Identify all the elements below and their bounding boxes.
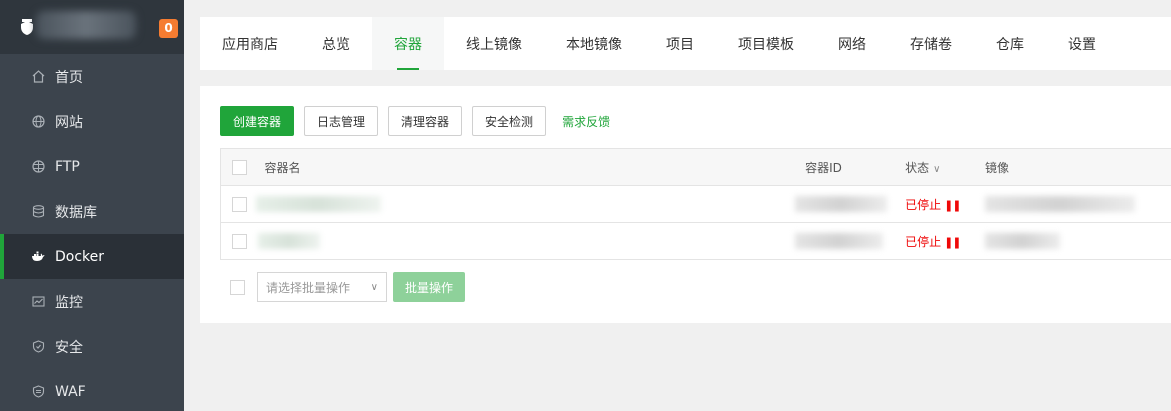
chevron-down-icon[interactable]: ∨ [933, 164, 940, 175]
pause-icon: ❚❚ [944, 198, 961, 212]
notification-badge[interactable]: 0 [159, 19, 178, 38]
sidebar-item-security[interactable]: 安全 [0, 324, 184, 369]
tab-overview[interactable]: 总览 [300, 17, 372, 70]
batch-select-checkbox[interactable] [230, 279, 245, 295]
main-content: 应用商店 总览 容器 线上镜像 本地镜像 项目 项目模板 网络 存储卷 仓库 设… [184, 0, 1171, 411]
globe-icon [31, 115, 45, 129]
batch-operations: 请选择批量操作 ∨ 批量操作 [230, 272, 466, 302]
clean-containers-button[interactable]: 清理容器 [388, 106, 463, 136]
tab-bar: 应用商店 总览 容器 线上镜像 本地镜像 项目 项目模板 网络 存储卷 仓库 设… [200, 17, 1171, 70]
sidebar-header: 0 [0, 0, 184, 54]
tab-registry[interactable]: 仓库 [974, 17, 1046, 70]
column-header-name: 容器名 [264, 148, 806, 186]
sidebar-item-label: Docker [55, 248, 105, 265]
ftp-globe-icon [31, 160, 45, 174]
tab-online-images[interactable]: 线上镜像 [444, 17, 544, 70]
batch-operation-select[interactable]: 请选择批量操作 ∨ [257, 272, 387, 302]
batch-operation-button[interactable]: 批量操作 [393, 272, 466, 302]
sidebar-item-label: 首页 [55, 69, 83, 86]
monitor-icon [31, 295, 45, 309]
pause-icon: ❚❚ [944, 235, 961, 249]
sidebar: 0 首页 网站 FTP 数据库 Docker 监控 安全 WAF [0, 0, 184, 411]
status-text: 已停止 [905, 234, 942, 249]
batch-select-placeholder: 请选择批量操作 [266, 280, 351, 295]
container-id-redacted [795, 233, 884, 249]
column-header-status[interactable]: 状态 ∨ [905, 148, 985, 186]
tab-local-images[interactable]: 本地镜像 [544, 17, 644, 70]
security-check-button[interactable]: 安全检测 [472, 106, 547, 136]
database-icon [31, 205, 45, 219]
sidebar-item-label: 网站 [55, 114, 83, 131]
sidebar-item-database[interactable]: 数据库 [0, 189, 184, 234]
sidebar-item-label: WAF [55, 383, 86, 400]
sidebar-item-monitor[interactable]: 监控 [0, 279, 184, 324]
sidebar-item-label: 安全 [55, 339, 83, 356]
sidebar-item-label: 监控 [55, 294, 83, 311]
container-name-redacted[interactable] [256, 196, 382, 212]
waf-shield-icon [31, 385, 45, 399]
sidebar-item-ftp[interactable]: FTP [0, 144, 184, 189]
table-row[interactable]: 已停止 ❚❚ [220, 185, 1171, 223]
docker-icon [31, 250, 45, 264]
table-header-row: 容器名 容器ID 状态 ∨ 镜像 [220, 148, 1171, 186]
server-name-redacted [36, 11, 136, 39]
tab-project-templates[interactable]: 项目模板 [716, 17, 816, 70]
create-container-button[interactable]: 创建容器 [220, 106, 295, 136]
log-management-button[interactable]: 日志管理 [304, 106, 379, 136]
shield-icon [31, 340, 45, 354]
sidebar-item-waf[interactable]: WAF [0, 369, 184, 411]
row-checkbox[interactable] [232, 233, 247, 249]
containers-panel: 创建容器 日志管理 清理容器 安全检测 需求反馈 容器名 容器ID 状态 ∨ 镜像 [200, 86, 1171, 323]
sidebar-item-website[interactable]: 网站 [0, 99, 184, 144]
containers-table: 容器名 容器ID 状态 ∨ 镜像 已停止 ❚❚ 已停止 ❚❚ [220, 148, 1171, 260]
sidebar-item-label: FTP [55, 158, 80, 175]
home-icon [31, 70, 45, 84]
chevron-down-icon: ∨ [370, 281, 378, 293]
status-text: 已停止 [905, 197, 942, 212]
tab-app-store[interactable]: 应用商店 [200, 17, 300, 70]
tab-projects[interactable]: 项目 [644, 17, 716, 70]
status-badge[interactable]: 已停止 ❚❚ [905, 197, 961, 212]
column-header-image: 镜像 [985, 148, 1171, 186]
select-all-checkbox[interactable] [232, 159, 247, 175]
status-badge[interactable]: 已停止 ❚❚ [905, 234, 961, 249]
tab-containers[interactable]: 容器 [372, 17, 444, 70]
column-header-id: 容器ID [805, 148, 906, 186]
sidebar-item-docker[interactable]: Docker [0, 234, 184, 279]
sidebar-item-home[interactable]: 首页 [0, 54, 184, 99]
table-row[interactable]: 已停止 ❚❚ [220, 222, 1171, 260]
container-name-redacted[interactable] [258, 233, 321, 249]
tab-settings[interactable]: 设置 [1046, 17, 1118, 70]
tab-network[interactable]: 网络 [816, 17, 888, 70]
feedback-link[interactable]: 需求反馈 [562, 113, 610, 130]
image-name-redacted [985, 233, 1060, 249]
row-checkbox[interactable] [232, 196, 247, 212]
sidebar-item-label: 数据库 [55, 204, 97, 221]
image-name-redacted [985, 196, 1135, 212]
column-header-status-label: 状态 [905, 160, 930, 175]
container-id-redacted [795, 196, 888, 212]
bt-logo-icon[interactable] [18, 18, 36, 36]
tab-volumes[interactable]: 存储卷 [888, 17, 974, 70]
toolbar: 创建容器 日志管理 清理容器 安全检测 需求反馈 [220, 106, 610, 136]
